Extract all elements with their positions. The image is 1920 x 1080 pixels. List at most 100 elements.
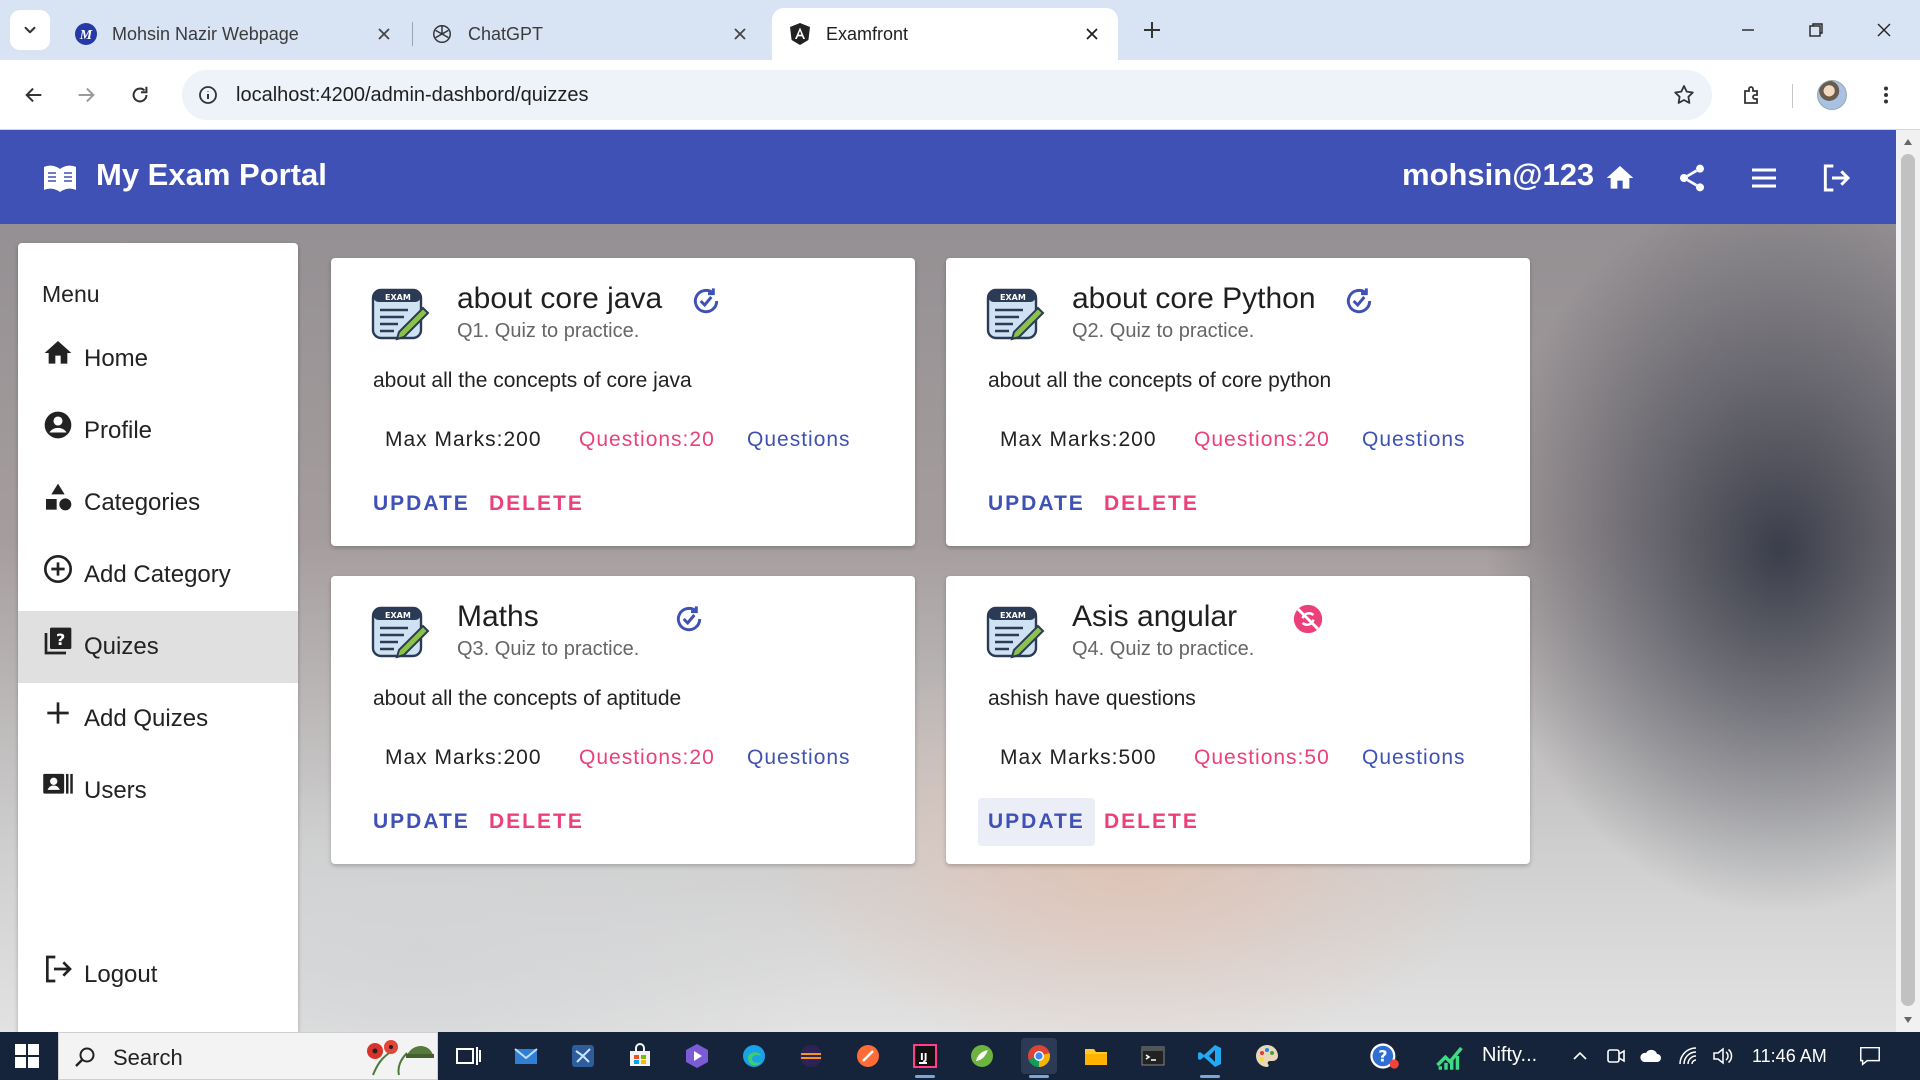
logout-header-button[interactable] bbox=[1816, 158, 1856, 198]
username-button[interactable]: mohsin@123 bbox=[1402, 157, 1594, 193]
store-app-button[interactable] bbox=[622, 1038, 658, 1074]
restore-icon bbox=[1809, 23, 1823, 37]
published-icon[interactable] bbox=[672, 602, 706, 636]
update-button[interactable]: UPDATE bbox=[363, 480, 480, 528]
wifi-icon[interactable] bbox=[1676, 1044, 1700, 1068]
restore-button[interactable] bbox=[1788, 10, 1844, 50]
volume-icon[interactable] bbox=[1710, 1044, 1734, 1068]
notification-icon[interactable] bbox=[1858, 1044, 1882, 1068]
sidebar-item-profile[interactable]: Profile bbox=[18, 395, 298, 467]
sidebar-item-logout[interactable]: Logout bbox=[18, 939, 298, 1011]
toolbar-divider bbox=[1792, 84, 1793, 108]
close-icon[interactable] bbox=[730, 24, 750, 44]
plus-icon bbox=[1144, 22, 1160, 38]
search-icon bbox=[75, 1047, 95, 1067]
tab-chatgpt[interactable]: ChatGPT bbox=[414, 8, 766, 60]
page-scrollbar[interactable] bbox=[1896, 130, 1920, 1032]
unpublished-icon[interactable] bbox=[1291, 602, 1325, 636]
mail-icon bbox=[514, 1048, 538, 1064]
published-icon[interactable] bbox=[1342, 284, 1376, 318]
media-app-button[interactable] bbox=[679, 1038, 715, 1074]
scroll-thumb[interactable] bbox=[1901, 154, 1915, 1006]
sidebar-item-add-quizes[interactable]: Add Quizes bbox=[18, 683, 298, 755]
scroll-up-icon[interactable] bbox=[1902, 136, 1914, 148]
onedrive-cloud-icon[interactable] bbox=[1638, 1044, 1662, 1068]
published-icon[interactable] bbox=[689, 284, 723, 318]
chrome-browser-button[interactable] bbox=[1021, 1038, 1057, 1078]
file-explorer-button[interactable] bbox=[1078, 1038, 1114, 1074]
menu-button[interactable] bbox=[1744, 158, 1784, 198]
minimize-button[interactable] bbox=[1720, 10, 1776, 50]
update-button[interactable]: UPDATE bbox=[978, 798, 1095, 846]
quiz-max-marks: Max Marks:200 bbox=[1000, 428, 1157, 451]
address-bar[interactable]: localhost:4200/admin-dashbord/quizzes bbox=[182, 70, 1712, 120]
mail-app-button[interactable] bbox=[508, 1038, 544, 1074]
scroll-down-icon[interactable] bbox=[1902, 1014, 1914, 1026]
spring-icon bbox=[971, 1045, 993, 1067]
update-button[interactable]: UPDATE bbox=[978, 480, 1095, 528]
reload-button[interactable] bbox=[120, 75, 160, 115]
sidebar-item-label: Users bbox=[84, 777, 147, 804]
meet-now-icon[interactable] bbox=[1604, 1044, 1628, 1068]
sidebar-item-categories[interactable]: Categories bbox=[18, 467, 298, 539]
quiz-card: EXAM Maths Q3. Quiz to practice. about a… bbox=[331, 576, 915, 864]
forward-button[interactable] bbox=[66, 75, 106, 115]
tab-examfront[interactable]: Examfront bbox=[772, 8, 1118, 60]
sidebar-item-label: Logout bbox=[84, 961, 158, 988]
clock[interactable]: 11:46 AM bbox=[1752, 1046, 1827, 1067]
quiz-description: about all the concepts of core python bbox=[988, 369, 1332, 392]
chevron-up-icon[interactable] bbox=[1568, 1044, 1592, 1068]
svg-text:M: M bbox=[79, 28, 93, 43]
sidebar-item-quizes[interactable]: ? Quizes bbox=[18, 611, 298, 683]
share-button[interactable] bbox=[1672, 158, 1712, 198]
delete-button[interactable]: DELETE bbox=[1094, 798, 1209, 846]
spring-app-button[interactable] bbox=[964, 1038, 1000, 1074]
network-app-button[interactable] bbox=[565, 1038, 601, 1074]
stock-widget-label[interactable]: Nifty... bbox=[1482, 1044, 1537, 1067]
bookmark-star-icon[interactable] bbox=[1670, 81, 1698, 109]
browser-menu-button[interactable] bbox=[1866, 75, 1906, 115]
questions-link[interactable]: Questions bbox=[1362, 746, 1466, 770]
vscode-app-button[interactable] bbox=[1192, 1038, 1228, 1078]
sidebar-item-users[interactable]: Users bbox=[18, 755, 298, 827]
logout-icon bbox=[42, 953, 74, 985]
questions-link[interactable]: Questions bbox=[747, 428, 851, 452]
sidebar-item-add-category[interactable]: Add Category bbox=[18, 539, 298, 611]
tab-mohsin-webpage[interactable]: M Mohsin Nazir Webpage bbox=[58, 8, 410, 60]
intellij-app-button[interactable]: IJ bbox=[907, 1038, 943, 1078]
edge-browser-button[interactable] bbox=[736, 1038, 772, 1074]
taskbar-search-box[interactable]: Search bbox=[58, 1032, 438, 1080]
sidebar-item-label: Profile bbox=[84, 417, 153, 444]
site-info-icon[interactable] bbox=[196, 83, 220, 107]
postman-app-button[interactable] bbox=[850, 1038, 886, 1074]
delete-button[interactable]: DELETE bbox=[479, 480, 594, 528]
delete-button[interactable]: DELETE bbox=[479, 798, 594, 846]
questions-link[interactable]: Questions bbox=[1362, 428, 1466, 452]
questions-link[interactable]: Questions bbox=[747, 746, 851, 770]
url-text[interactable]: localhost:4200/admin-dashbord/quizzes bbox=[236, 84, 588, 107]
close-icon[interactable] bbox=[374, 24, 394, 44]
quiz-title: about core Python bbox=[1072, 282, 1316, 315]
tab-search-button[interactable] bbox=[10, 10, 50, 50]
quiz-max-marks: Max Marks:200 bbox=[385, 428, 542, 451]
extensions-button[interactable] bbox=[1732, 75, 1772, 115]
terminal-app-button[interactable] bbox=[1135, 1038, 1171, 1074]
close-icon[interactable] bbox=[1082, 24, 1102, 44]
paint-app-button[interactable] bbox=[1249, 1038, 1285, 1074]
home-button[interactable] bbox=[1600, 158, 1640, 198]
delete-button[interactable]: DELETE bbox=[1094, 480, 1209, 528]
eclipse-app-button[interactable] bbox=[793, 1038, 829, 1074]
sidebar-item-home[interactable]: Home bbox=[18, 323, 298, 395]
back-button[interactable] bbox=[14, 75, 54, 115]
task-view-button[interactable] bbox=[450, 1038, 486, 1074]
help-app-button[interactable]: ? bbox=[1366, 1038, 1402, 1074]
quiz-card: EXAM about core java Q1. Quiz to practic… bbox=[331, 258, 915, 546]
start-button[interactable] bbox=[10, 1040, 44, 1072]
profile-button[interactable] bbox=[1812, 75, 1852, 115]
folder-icon bbox=[1085, 1049, 1107, 1065]
close-window-button[interactable] bbox=[1856, 10, 1912, 50]
new-tab-button[interactable] bbox=[1136, 14, 1168, 46]
update-button[interactable]: UPDATE bbox=[363, 798, 480, 846]
app-title[interactable]: My Exam Portal bbox=[96, 157, 327, 193]
stock-widget-icon[interactable] bbox=[1432, 1038, 1468, 1074]
